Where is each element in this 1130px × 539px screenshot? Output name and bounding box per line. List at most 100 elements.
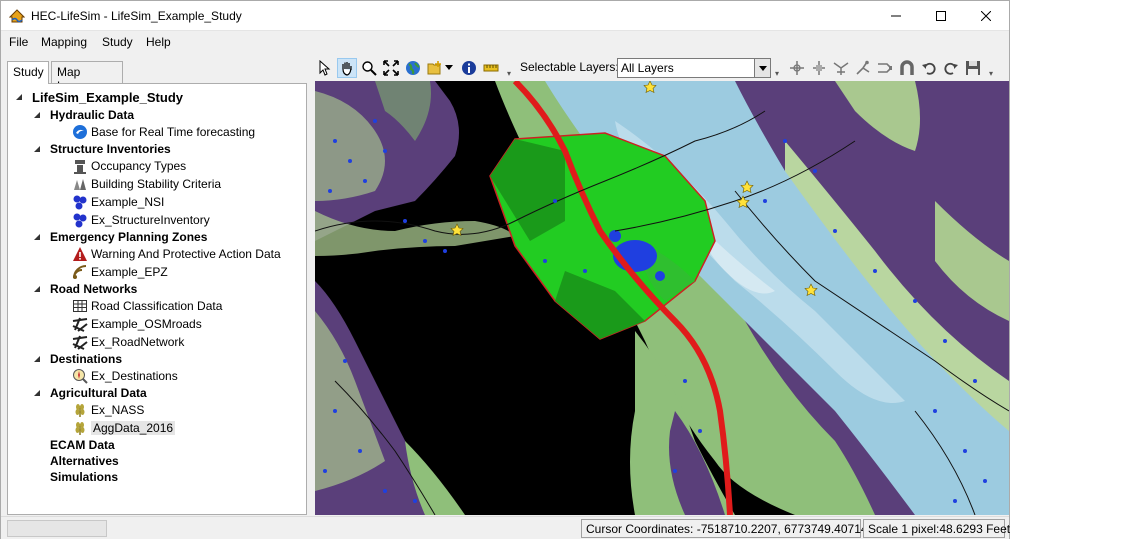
tree-item-ex-destinations[interactable]: Ex_Destinations	[72, 367, 178, 385]
window-title: HEC-LifeSim - LifeSim_Example_Study	[31, 9, 242, 23]
tree-item-ex-structure-inventory[interactable]: Ex_StructureInventory	[72, 211, 210, 229]
add-layer-dropdown[interactable]	[443, 58, 455, 78]
tree-group-label: Emergency Planning Zones	[50, 230, 208, 244]
expanded-arrow-icon[interactable]	[32, 144, 42, 154]
roads-icon	[72, 335, 88, 350]
tree-group-destinations[interactable]: Destinations	[32, 350, 122, 368]
tree-item-warning-protective[interactable]: Warning And Protective Action Data	[72, 245, 281, 263]
save-icon	[966, 61, 980, 75]
wheat-icon	[75, 422, 85, 435]
chevron-down-icon	[445, 65, 453, 70]
tree-group-hydraulic-data[interactable]: Hydraulic Data	[32, 106, 134, 124]
split-icon	[813, 61, 825, 75]
tree-group-emergency-planning-zones[interactable]: Emergency Planning Zones	[32, 228, 207, 246]
tab-map-layers[interactable]: Map Layers	[51, 61, 123, 93]
pan-tool-button[interactable]	[337, 58, 357, 78]
maximize-button[interactable]	[918, 1, 964, 31]
merge-icon	[878, 63, 892, 73]
tree-item-building-stability[interactable]: Building Stability Criteria	[72, 175, 221, 193]
tab-study[interactable]: Study	[7, 61, 49, 84]
tree-item-base-realtime[interactable]: Base for Real Time forecasting	[72, 123, 255, 141]
status-bar: Cursor Coordinates: -7518710.2207, 67737…	[1, 516, 1010, 539]
tree-item-aggdata-2016[interactable]: AggData_2016	[72, 419, 176, 437]
magnet-button[interactable]	[897, 58, 917, 78]
title-bar: HEC-LifeSim - LifeSim_Example_Study	[1, 1, 1009, 31]
zoom-tool-button[interactable]	[359, 58, 379, 78]
tree-item-label: Example_NSI	[91, 195, 165, 209]
select-tool-button[interactable]	[315, 58, 335, 78]
expanded-arrow-icon[interactable]	[14, 92, 24, 102]
app-icon	[9, 9, 25, 23]
selectable-layers-select[interactable]: All Layers	[617, 58, 771, 78]
expanded-arrow-icon[interactable]	[32, 284, 42, 294]
reshape-button[interactable]	[831, 58, 851, 78]
zoom-extent-icon	[383, 60, 399, 76]
redo-icon	[944, 62, 958, 75]
selectable-layers-label: Selectable Layers:	[520, 60, 619, 74]
close-button[interactable]	[963, 1, 1009, 31]
tree-item-occupancy-types[interactable]: Occupancy Types	[72, 157, 186, 175]
split-button[interactable]	[809, 58, 829, 78]
selectable-layers-value: All Layers	[621, 61, 674, 75]
measure-button[interactable]	[481, 58, 501, 78]
magnet-icon	[900, 60, 914, 75]
toolbar-grip: ▾	[775, 69, 780, 78]
snap-button[interactable]	[853, 58, 873, 78]
wheat-icon	[75, 404, 85, 417]
redo-button[interactable]	[941, 58, 961, 78]
tree-item-road-classification[interactable]: Road Classification Data	[72, 297, 222, 315]
expanded-arrow-icon[interactable]	[32, 232, 42, 242]
expanded-arrow-icon[interactable]	[32, 110, 42, 120]
tree-item-ex-roadnetwork[interactable]: Ex_RoadNetwork	[72, 333, 184, 351]
menu-mapping[interactable]: Mapping	[41, 35, 87, 49]
hand-icon	[342, 62, 352, 76]
destination-icon	[73, 369, 88, 384]
tree-item-label: Base for Real Time forecasting	[91, 125, 256, 139]
add-layer-button[interactable]	[425, 58, 445, 78]
undo-icon	[922, 62, 936, 75]
tree-item-label: Building Stability Criteria	[91, 177, 222, 191]
minimize-button[interactable]	[873, 1, 919, 31]
tree-item-ex-nass[interactable]: Ex_NASS	[72, 401, 144, 419]
toolbar-grip: ▾	[989, 69, 994, 78]
maximize-icon	[936, 11, 946, 21]
tree-group-label: Structure Inventories	[50, 142, 171, 156]
info-button[interactable]	[459, 58, 479, 78]
chevron-down-icon	[758, 65, 767, 71]
tree-item-label: Ex_Destinations	[91, 369, 178, 383]
tree-item-example-nsi[interactable]: Example_NSI	[72, 193, 164, 211]
tree-group-simulations[interactable]: Simulations	[50, 468, 118, 486]
status-progress	[7, 520, 107, 537]
map-canvas[interactable]	[315, 81, 1009, 515]
tree-group-agricultural-data[interactable]: Agricultural Data	[32, 384, 147, 402]
tree-item-label: Example_OSMroads	[91, 317, 202, 331]
tree-group-road-networks[interactable]: Road Networks	[32, 280, 137, 298]
selectable-layers-dropdown[interactable]	[754, 58, 771, 78]
globe-button[interactable]	[403, 58, 423, 78]
tree-item-example-epz[interactable]: Example_EPZ	[72, 263, 168, 281]
toolbar-grip: ▾	[507, 69, 512, 78]
map-view	[315, 81, 1009, 515]
undo-button[interactable]	[919, 58, 939, 78]
expanded-arrow-icon[interactable]	[32, 354, 42, 364]
tree-root-label: LifeSim_Example_Study	[32, 89, 183, 105]
tree-item-label: Ex_RoadNetwork	[91, 335, 185, 349]
move-vertex-button[interactable]	[787, 58, 807, 78]
menu-file[interactable]: File	[9, 35, 28, 49]
menu-help[interactable]: Help	[146, 35, 171, 49]
tree-item-example-osmroads[interactable]: Example_OSMroads	[72, 315, 202, 333]
globe-icon	[406, 61, 420, 75]
tab-study-label: Study	[13, 65, 44, 79]
save-edits-button[interactable]	[963, 58, 983, 78]
tree-group-label: Destinations	[50, 352, 123, 366]
full-extent-button[interactable]	[381, 58, 401, 78]
tree-item-label: Example_EPZ	[91, 265, 168, 279]
tree-root[interactable]: LifeSim_Example_Study	[14, 88, 183, 106]
grid-table-icon	[73, 300, 87, 312]
tree-group-label: Agricultural Data	[50, 386, 147, 400]
expanded-arrow-icon[interactable]	[32, 388, 42, 398]
close-icon	[981, 11, 991, 21]
merge-button[interactable]	[875, 58, 895, 78]
menu-study[interactable]: Study	[102, 35, 133, 49]
tree-group-structure-inventories[interactable]: Structure Inventories	[32, 140, 171, 158]
